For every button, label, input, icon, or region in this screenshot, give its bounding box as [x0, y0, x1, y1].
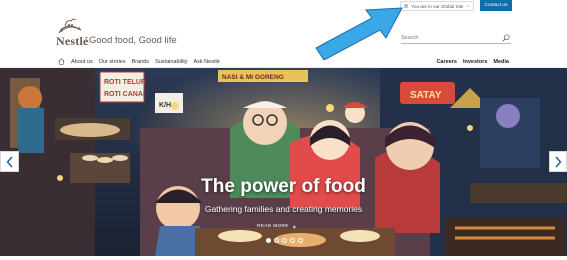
hero-carousel: ROTI TELUR ROTI CANAI K/H NASI & MI GORE… — [0, 68, 567, 256]
carousel-next-button[interactable] — [549, 151, 567, 172]
hero-subtitle: Gathering families and creating memories — [204, 204, 363, 214]
nestle-logo[interactable]: Nestlé — [56, 16, 88, 50]
read-more-link[interactable]: READ MORE — [257, 224, 296, 229]
home-icon[interactable] — [58, 58, 65, 65]
sign-kh: K/H — [159, 102, 171, 109]
carousel-dot-1[interactable] — [266, 238, 271, 243]
sign-roti-telur: ROTI TELUR — [104, 79, 146, 86]
annotation-arrow-icon — [315, 7, 403, 60]
nav-item-brands[interactable]: Brands — [132, 58, 149, 66]
chevron-right-icon — [555, 156, 562, 167]
global-site-selector[interactable]: You are in our Global Site — [400, 1, 474, 11]
search-input[interactable] — [401, 33, 497, 43]
chevron-left-icon — [6, 156, 13, 167]
nav-item-ask-nestle[interactable]: Ask Nestlé — [193, 58, 219, 66]
carousel-dot-3[interactable] — [282, 238, 287, 243]
site-header: Nestlé Good food, Good life You are in o… — [0, 0, 567, 56]
nav-item-our-stories[interactable]: Our stories — [99, 58, 126, 66]
nav-item-sustainability[interactable]: Sustainability — [155, 58, 187, 66]
nav-item-about-us[interactable]: About us — [71, 58, 93, 66]
chevron-down-icon — [466, 5, 470, 8]
nav-item-media[interactable]: Media — [493, 58, 509, 66]
logo-wordmark: Nestlé — [56, 34, 89, 48]
main-navigation: About us Our stories Brands Sustainabili… — [0, 56, 567, 68]
nav-item-investors[interactable]: Investors — [463, 58, 487, 66]
sign-roti-canai: ROTI CANAI — [104, 91, 145, 98]
carousel-dot-5[interactable] — [298, 238, 303, 243]
arrow-right-icon — [292, 224, 296, 229]
search-icon[interactable] — [502, 34, 510, 42]
nav-secondary: Careers Investors Media — [436, 58, 509, 66]
search-box — [401, 33, 511, 44]
nest-logo-icon — [58, 18, 82, 34]
hero-title: The power of food — [201, 176, 366, 197]
nav-item-careers[interactable]: Careers — [436, 58, 457, 66]
nav-primary: About us Our stories Brands Sustainabili… — [71, 58, 220, 66]
sign-satay: SATAY — [410, 90, 442, 101]
read-more-label: READ MORE — [257, 224, 289, 229]
carousel-dot-2[interactable] — [274, 238, 279, 243]
contact-us-button[interactable]: Contact us — [480, 0, 512, 11]
sign-nasi-goreng: NASI & MI GORENG — [222, 74, 284, 81]
carousel-prev-button[interactable] — [0, 151, 19, 172]
carousel-dot-4[interactable] — [290, 238, 295, 243]
carousel-pagination — [266, 238, 303, 243]
brand-tagline: Good food, Good life — [89, 35, 177, 46]
global-site-label: You are in our Global Site — [411, 3, 464, 9]
